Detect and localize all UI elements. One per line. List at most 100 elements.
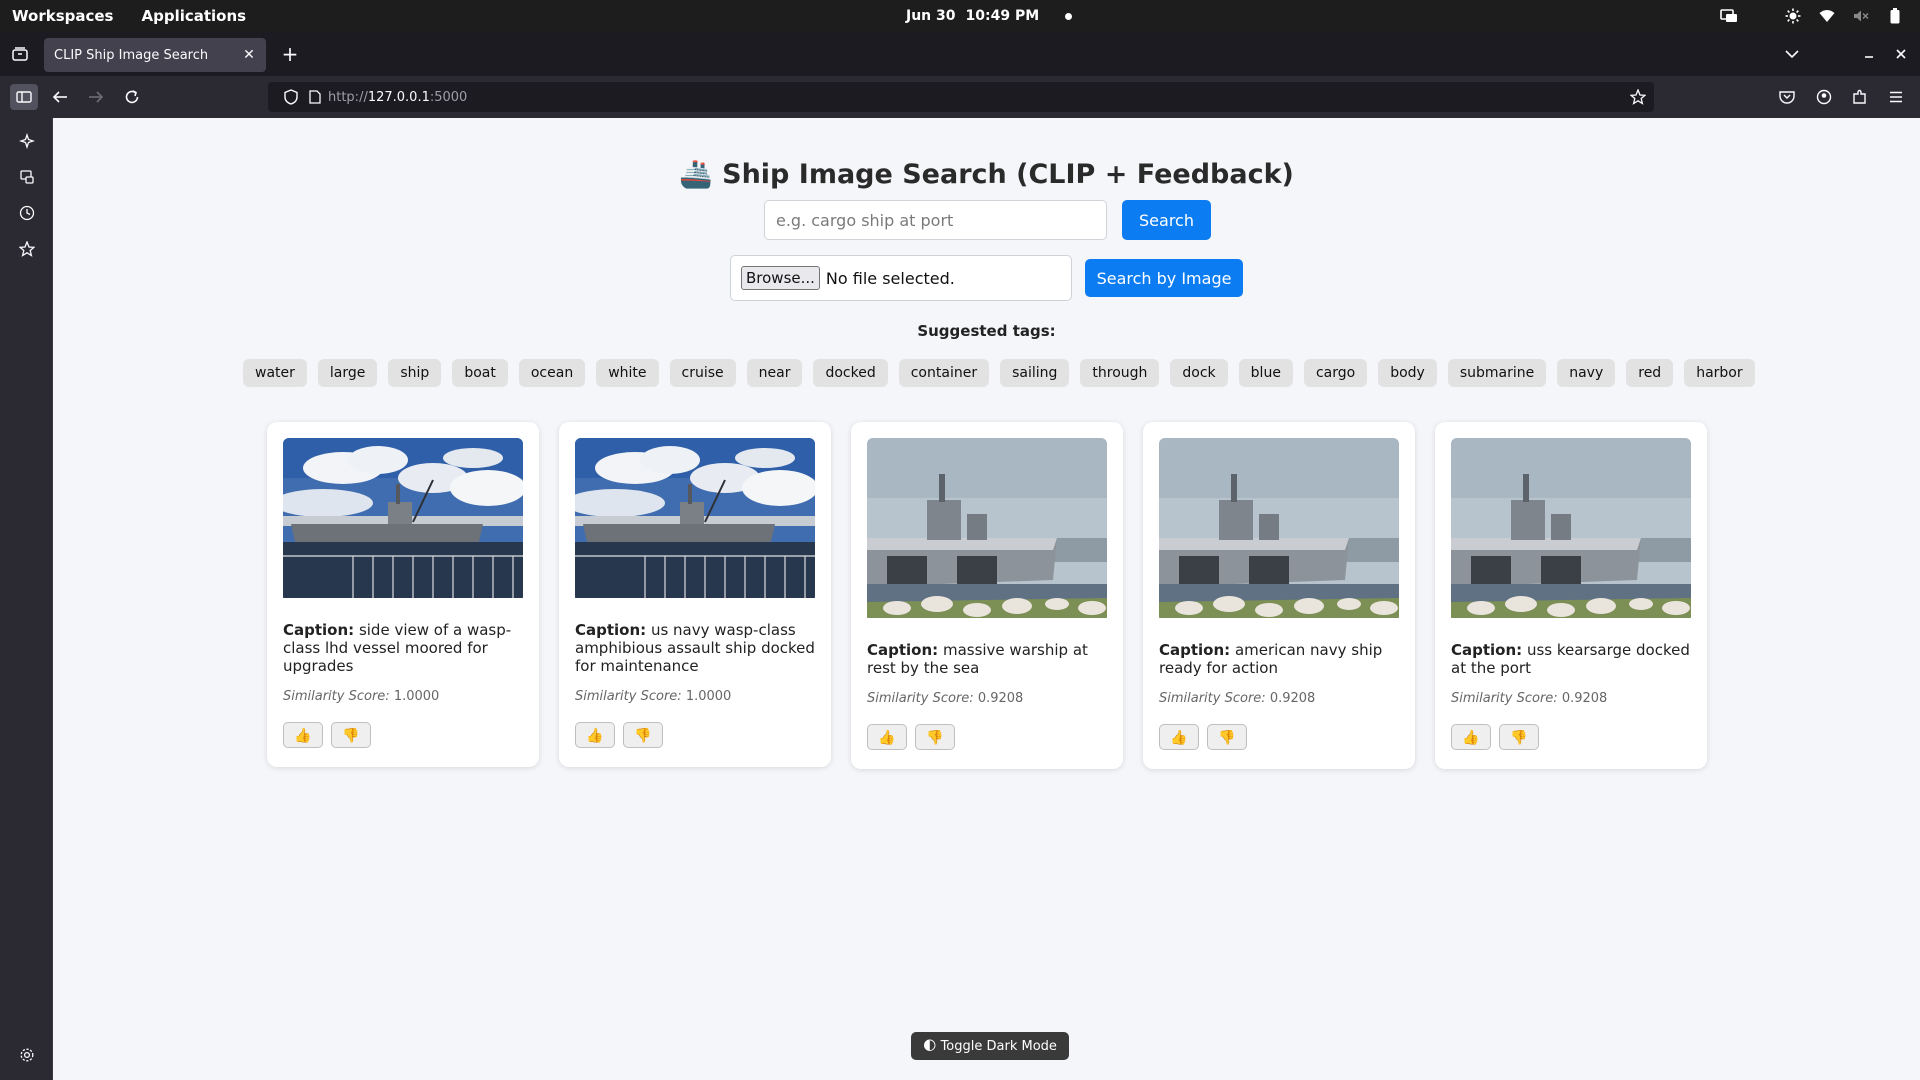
extensions-puzzle-icon[interactable] [1847, 84, 1873, 110]
tag-cargo[interactable]: cargo [1303, 359, 1368, 387]
notification-dot [1065, 12, 1073, 20]
suggested-tags-label: Suggested tags: [917, 322, 1056, 340]
reload-icon[interactable] [119, 84, 145, 110]
result-caption: Caption: uss kearsarge docked at the por… [1451, 641, 1691, 677]
results-grid: Caption: side view of a wasp-class lhd v… [267, 422, 1707, 769]
list-tabs-chevron-down-icon[interactable] [1779, 41, 1805, 67]
search-button[interactable]: Search [1122, 200, 1211, 240]
thumbs-up-button[interactable]: 👍 [1159, 724, 1199, 750]
feedback-buttons: 👍 👎 [575, 722, 815, 748]
ship-image[interactable] [1451, 438, 1691, 622]
half-moon-icon: 🌓 [923, 1038, 937, 1054]
tag-red[interactable]: red [1626, 359, 1674, 387]
tag-water[interactable]: water [243, 359, 307, 387]
thumbs-up-button[interactable]: 👍 [867, 724, 907, 750]
sidebar-toggle-icon[interactable] [10, 84, 38, 110]
ship-image[interactable] [575, 438, 815, 602]
tab-title: CLIP Ship Image Search [54, 47, 209, 63]
page-info-icon[interactable] [302, 84, 328, 110]
thumbs-up-button[interactable]: 👍 [575, 722, 615, 748]
result-card: Caption: uss kearsarge docked at the por… [1435, 422, 1707, 769]
similarity-score: Similarity Score: 0.9208 [867, 691, 1107, 706]
thumbs-down-button[interactable]: 👎 [331, 722, 371, 748]
tag-blue[interactable]: blue [1238, 359, 1293, 387]
tab-clip-ship-search[interactable]: CLIP Ship Image Search ✕ [44, 38, 266, 72]
tag-white[interactable]: white [596, 359, 659, 387]
clock[interactable]: Jun 30 10:49 PM [906, 0, 1073, 32]
browser-sidebar [0, 118, 53, 1080]
clock-date: Jun 30 [906, 8, 956, 24]
back-arrow-icon[interactable] [47, 84, 73, 110]
ship-image[interactable] [283, 438, 523, 602]
tab-close-icon[interactable]: ✕ [240, 46, 258, 64]
tag-container[interactable]: container [898, 359, 990, 387]
toggle-dark-mode-button[interactable]: 🌓 Toggle Dark Mode [911, 1032, 1069, 1060]
wifi-icon[interactable] [1818, 7, 1836, 25]
tag-body[interactable]: body [1378, 359, 1437, 387]
tab-overview-icon[interactable] [7, 41, 33, 67]
synced-tabs-icon[interactable] [14, 164, 40, 190]
thumbs-up-button[interactable]: 👍 [283, 722, 323, 748]
system-top-bar: Workspaces Applications Jun 30 10:49 PM [0, 0, 1920, 32]
thumbs-up-button[interactable]: 👍 [1451, 724, 1491, 750]
similarity-score: Similarity Score: 0.9208 [1159, 691, 1399, 706]
browse-button[interactable]: Browse... [741, 266, 820, 290]
result-card: Caption: us navy wasp-class amphibious a… [559, 422, 831, 767]
tag-near[interactable]: near [746, 359, 803, 387]
minimize-icon[interactable] [1856, 41, 1882, 67]
account-icon[interactable] [1811, 84, 1837, 110]
screen-share-icon[interactable] [1720, 7, 1738, 25]
similarity-score: Similarity Score: 0.9208 [1451, 691, 1691, 706]
ai-sparkle-icon[interactable] [14, 128, 40, 154]
new-tab-icon[interactable]: + [277, 41, 303, 67]
similarity-score: Similarity Score: 1.0000 [283, 689, 523, 704]
workspaces-button[interactable]: Workspaces [12, 7, 113, 25]
pocket-icon[interactable] [1774, 84, 1800, 110]
page-title: 🚢 Ship Image Search (CLIP + Feedback) [53, 158, 1920, 190]
score-label: Similarity Score: [575, 689, 682, 704]
tag-ship[interactable]: ship [388, 359, 442, 387]
thumbs-down-button[interactable]: 👎 [1207, 724, 1247, 750]
caption-label: Caption: [1159, 641, 1231, 659]
forward-arrow-icon[interactable] [83, 84, 109, 110]
result-card: Caption: massive warship at rest by the … [851, 422, 1123, 769]
tag-through[interactable]: through [1080, 359, 1160, 387]
battery-icon[interactable] [1886, 7, 1904, 25]
tag-ocean[interactable]: ocean [518, 359, 586, 387]
thumbs-down-button[interactable]: 👎 [623, 722, 663, 748]
thumbs-down-button[interactable]: 👎 [915, 724, 955, 750]
brightness-icon[interactable] [1784, 7, 1802, 25]
menu-hamburger-icon[interactable] [1883, 84, 1909, 110]
tag-large[interactable]: large [317, 359, 378, 387]
url-bar[interactable]: http://127.0.0.1:5000 [268, 82, 1654, 112]
caption-label: Caption: [575, 621, 647, 639]
bookmarks-star-icon[interactable] [14, 236, 40, 262]
search-input[interactable] [764, 200, 1107, 240]
tag-dock[interactable]: dock [1170, 359, 1228, 387]
search-by-image-button[interactable]: Search by Image [1085, 259, 1243, 297]
window-close-icon[interactable] [1888, 41, 1914, 67]
shield-icon[interactable] [278, 84, 304, 110]
ship-image[interactable] [867, 438, 1107, 622]
thumbs-down-button[interactable]: 👎 [1499, 724, 1539, 750]
result-caption: Caption: massive warship at rest by the … [867, 641, 1107, 677]
tag-sailing[interactable]: sailing [1000, 359, 1070, 387]
settings-gear-icon[interactable] [14, 1042, 40, 1068]
volume-muted-icon[interactable] [1852, 7, 1870, 25]
url-scheme: http:// [328, 89, 368, 105]
history-clock-icon[interactable] [14, 200, 40, 226]
bookmark-star-icon[interactable] [1625, 84, 1651, 110]
tag-submarine[interactable]: submarine [1447, 359, 1547, 387]
tag-boat[interactable]: boat [452, 359, 508, 387]
result-caption: Caption: side view of a wasp-class lhd v… [283, 621, 523, 675]
tag-navy[interactable]: navy [1557, 359, 1616, 387]
ship-emoji-icon: 🚢 [679, 159, 713, 190]
ship-image[interactable] [1159, 438, 1399, 622]
feedback-buttons: 👍 👎 [1451, 724, 1691, 750]
applications-button[interactable]: Applications [141, 7, 246, 25]
tag-harbor[interactable]: harbor [1684, 359, 1755, 387]
tag-cruise[interactable]: cruise [669, 359, 736, 387]
score-label: Similarity Score: [1451, 691, 1558, 706]
tag-docked[interactable]: docked [813, 359, 888, 387]
file-input[interactable]: Browse... No file selected. [730, 255, 1072, 301]
